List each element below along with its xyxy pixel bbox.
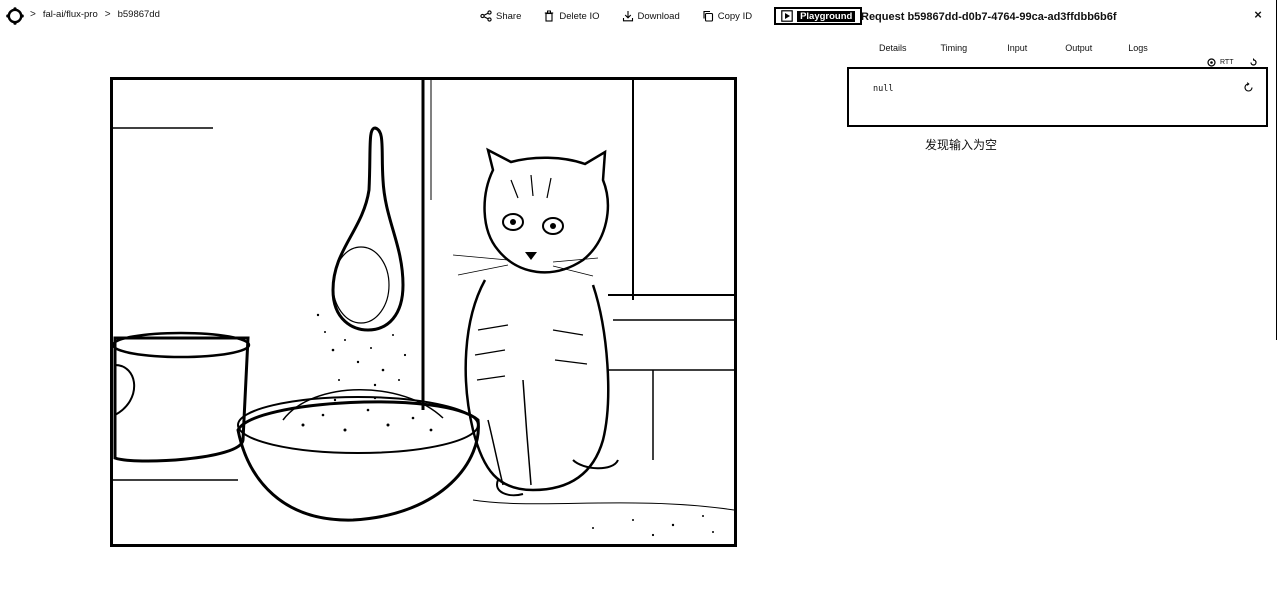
wrap-toggle-icon[interactable]: [1207, 58, 1216, 67]
tab-output[interactable]: Output: [1065, 43, 1092, 53]
panel-tabs: Details Timing Input Output Logs: [879, 43, 1182, 53]
share-label: Share: [496, 10, 522, 22]
download-button[interactable]: Download: [622, 10, 680, 22]
breadcrumb: > fal-ai/flux-pro > b59867dd: [30, 9, 160, 20]
close-button[interactable]: ×: [1251, 7, 1265, 22]
trash-icon: [545, 10, 554, 22]
tab-timing[interactable]: Timing: [941, 43, 968, 53]
download-icon: [622, 11, 633, 22]
tab-logs[interactable]: Logs: [1128, 43, 1148, 53]
toolbar: Share Delete IO Download Copy ID Playgro…: [480, 6, 863, 26]
delete-io-button[interactable]: Delete IO: [543, 10, 600, 22]
tab-details[interactable]: Details: [879, 43, 907, 53]
request-panel: Request b59867dd-d0b7-4764-99ca-ad3ffdbb…: [845, 0, 1280, 613]
share-button[interactable]: Share: [480, 10, 521, 22]
cat-with-food-image: [113, 80, 734, 537]
copy-id-button[interactable]: Copy ID: [702, 10, 752, 22]
copy-id-label: Copy ID: [717, 10, 753, 22]
breadcrumb-model[interactable]: fal-ai/flux-pro: [43, 9, 98, 20]
panel-tools: RTT: [1207, 58, 1258, 67]
generated-image[interactable]: [110, 77, 737, 547]
download-label: Download: [637, 10, 680, 22]
tab-input[interactable]: Input: [1007, 43, 1027, 53]
scrollbar[interactable]: [1276, 0, 1279, 340]
copy-icon: [703, 10, 713, 22]
output-json-viewer[interactable]: null: [847, 67, 1268, 127]
request-title: Request b59867dd-d0b7-4764-99ca-ad3ffdbb…: [861, 11, 1117, 23]
share-icon: [480, 10, 492, 22]
fal-logo-icon[interactable]: [6, 7, 24, 25]
breadcrumb-separator: >: [30, 9, 36, 20]
output-value: null: [873, 84, 894, 94]
top-bar: > fal-ai/flux-pro > b59867dd Share Delet…: [0, 0, 863, 32]
refresh-icon[interactable]: [1243, 82, 1254, 93]
empty-input-note: 发现输入为空: [925, 138, 998, 152]
tools-label[interactable]: RTT: [1220, 59, 1233, 66]
copy-output-icon[interactable]: [1249, 58, 1258, 67]
playground-icon: [781, 10, 793, 22]
delete-io-label: Delete IO: [559, 10, 600, 22]
breadcrumb-request-id[interactable]: b59867dd: [118, 9, 160, 20]
breadcrumb-separator: >: [104, 9, 111, 20]
